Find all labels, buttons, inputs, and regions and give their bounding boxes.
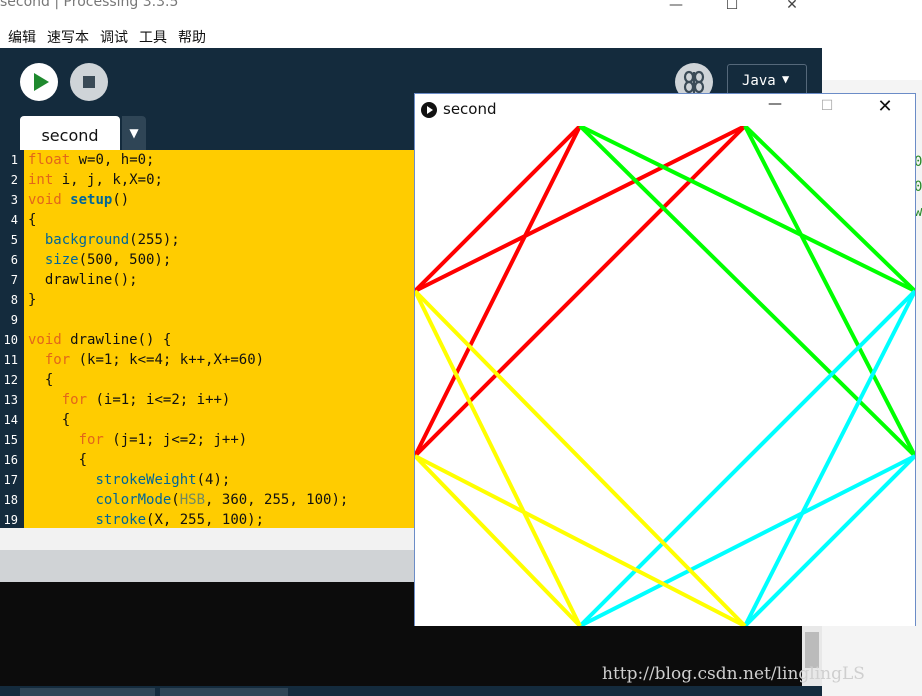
sketch-line [743, 290, 915, 626]
errors-tab[interactable] [160, 688, 288, 696]
sketch-line [578, 126, 915, 458]
ide-menubar: 编辑 速写本 调试 工具 帮助 [0, 22, 822, 48]
code-line[interactable]: background(255); [28, 232, 180, 248]
line-number: 3 [10, 193, 18, 207]
line-number: 16 [3, 453, 18, 467]
line-number: 11 [3, 353, 18, 367]
sketch-line [415, 126, 582, 457]
sketch-line [415, 126, 746, 293]
code-line[interactable]: strokeWeight(4); [28, 472, 230, 488]
sketch-line [415, 126, 747, 458]
code-line[interactable]: for (j=1; j<=2; j++) [28, 432, 248, 448]
line-number: 14 [3, 413, 18, 427]
code-line[interactable]: size(500, 500); [28, 252, 171, 268]
console-scrollbar-thumb[interactable] [805, 632, 819, 668]
sketch-canvas[interactable] [415, 126, 915, 626]
code-line[interactable]: for (i=1; i<=2; i++) [28, 392, 231, 408]
line-number: 2 [10, 173, 18, 187]
sketch-line [579, 126, 915, 293]
menu-sketchbook[interactable]: 速写本 [47, 27, 89, 47]
sketch-line [415, 126, 582, 293]
sketch-line [579, 454, 915, 626]
menu-edit[interactable]: 编辑 [8, 27, 36, 47]
line-number: 12 [3, 373, 18, 387]
mode-label: Java [742, 73, 776, 89]
sketch-line [743, 126, 915, 293]
code-line[interactable]: float w=0, h=0; [28, 152, 154, 168]
sketch-line [578, 289, 915, 626]
code-line[interactable]: void drawline() { [28, 332, 171, 348]
watermark-text: http://blog.csdn.net/linglingLS [602, 664, 865, 684]
line-number: 7 [10, 273, 18, 287]
code-line[interactable]: for (k=1; k<=4; k++,X+=60) [28, 352, 264, 368]
code-line[interactable]: drawline(); [28, 272, 138, 288]
code-line[interactable]: { [28, 412, 70, 428]
line-number-gutter: 1 2 3 4 5 6 7 8 9 10 11 12 13 14 15 16 17 18 19 [0, 150, 24, 528]
triangle-down-icon: ▼ [129, 126, 139, 140]
sketch-line [743, 126, 915, 457]
code-line[interactable]: } [28, 292, 36, 308]
menu-help[interactable]: 帮助 [178, 27, 206, 47]
tab-menu-button[interactable]: ▼ [122, 116, 146, 150]
code-line[interactable]: { [28, 212, 36, 228]
code-line[interactable]: stroke(X, 255, 100); [28, 512, 264, 528]
line-number: 18 [3, 493, 18, 507]
code-line[interactable]: { [28, 372, 53, 388]
console-tabs [0, 686, 822, 696]
sketch-minimize-button[interactable]: — [755, 96, 795, 122]
line-number: 9 [10, 313, 18, 327]
menu-tools[interactable]: 工具 [139, 27, 167, 47]
tab-second[interactable]: second [20, 116, 120, 150]
sketch-line [415, 454, 582, 626]
processing-play-icon [421, 102, 437, 118]
code-line[interactable]: int i, j, k,X=0; [28, 172, 163, 188]
code-line[interactable]: colorMode(HSB, 360, 255, 100); [28, 492, 348, 508]
ide-titlebar[interactable]: second | Processing 3.3.5 — ☐ ✕ [0, 0, 822, 22]
line-number: 6 [10, 253, 18, 267]
sketch-line [415, 289, 747, 626]
line-number: 8 [10, 293, 18, 307]
triangle-down-icon: ▼ [782, 72, 790, 86]
run-button[interactable] [20, 63, 58, 101]
sketch-line [415, 290, 582, 626]
ide-close-button[interactable]: ✕ [772, 0, 812, 18]
console-tab[interactable] [20, 688, 155, 696]
ide-window-title: second | Processing 3.3.5 [0, 0, 179, 10]
stop-button[interactable] [70, 63, 108, 101]
menu-debug[interactable]: 调试 [100, 27, 128, 47]
line-number: 5 [10, 233, 18, 247]
stop-icon [83, 76, 95, 88]
code-line[interactable]: void setup() [28, 192, 129, 208]
line-number: 13 [3, 393, 18, 407]
line-number: 4 [10, 213, 18, 227]
sketch-window-title: second [443, 100, 497, 118]
sketch-window: second — ☐ ✕ [414, 93, 916, 626]
line-number: 1 [10, 153, 18, 167]
ide-maximize-button[interactable]: ☐ [712, 0, 752, 18]
sketch-line [415, 454, 746, 626]
line-number: 17 [3, 473, 18, 487]
line-number: 19 [3, 513, 18, 527]
sketch-line [743, 454, 915, 626]
sketch-maximize-button[interactable]: ☐ [807, 98, 847, 124]
sketch-titlebar[interactable]: second — ☐ ✕ [415, 94, 915, 126]
line-number: 15 [3, 433, 18, 447]
code-line[interactable]: { [28, 452, 87, 468]
play-icon [34, 73, 49, 91]
sketch-close-button[interactable]: ✕ [865, 96, 905, 122]
screen: second | Processing 3.3.5 — ☐ ✕ 编辑 速写本 调… [0, 0, 922, 696]
line-number: 10 [3, 333, 18, 347]
ide-minimize-button[interactable]: — [656, 0, 696, 18]
